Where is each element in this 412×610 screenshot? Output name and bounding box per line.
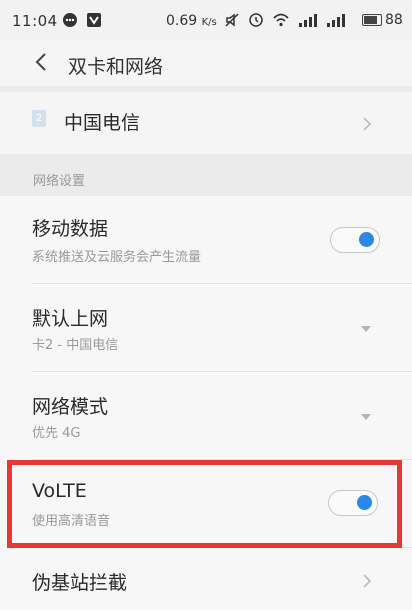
chat-icon (62, 12, 78, 32)
volte-title: VoLTE (32, 480, 87, 502)
volte-subtitle: 使用高清语音 (32, 514, 111, 529)
pseudo-base-station-row[interactable]: 伪基站拦截 (0, 548, 412, 610)
sim-card-icon: 2 (32, 110, 46, 127)
battery-icon (362, 14, 382, 26)
alarm-icon (248, 12, 264, 32)
network-mode-title: 网络模式 (32, 396, 109, 418)
default-internet-subtitle: 卡2 - 中国电信 (32, 338, 119, 353)
wifi-icon (272, 12, 290, 32)
mobile-data-row[interactable]: 移动数据 系统推送及云服务会产生流量 (0, 196, 412, 284)
network-mode-row[interactable]: 网络模式 优先 4G (0, 372, 412, 460)
signal-icon-sim2 (326, 12, 350, 32)
net-speed: 0.69 K/s (166, 13, 217, 29)
battery-level: 88 (385, 12, 403, 28)
page-title: 双卡和网络 (68, 56, 164, 78)
status-bar: 11:04 0.69 K/s 88 (0, 0, 412, 40)
chevron-right-icon (360, 573, 374, 588)
volte-row[interactable]: VoLTE 使用高清语音 (0, 460, 412, 548)
back-arrow-icon[interactable] (30, 50, 54, 74)
mute-icon (224, 12, 240, 32)
default-internet-row[interactable]: 默认上网 卡2 - 中国电信 (0, 284, 412, 372)
mobile-data-title: 移动数据 (32, 218, 109, 240)
pseudo-base-station-title: 伪基站拦截 (32, 572, 128, 594)
signal-icon-sim1 (298, 12, 322, 32)
app-notification-icon (86, 12, 102, 32)
dropdown-arrow-icon (361, 414, 371, 420)
section-header-network-settings: 网络设置 (33, 174, 86, 189)
dropdown-arrow-icon (361, 326, 371, 332)
volte-toggle[interactable] (328, 490, 378, 516)
mobile-data-toggle[interactable] (330, 227, 380, 253)
default-internet-title: 默认上网 (32, 308, 109, 330)
mobile-data-subtitle: 系统推送及云服务会产生流量 (32, 250, 202, 265)
sim-carrier-label: 中国电信 (64, 112, 141, 134)
app-header: 双卡和网络 (0, 40, 412, 86)
status-time: 11:04 (12, 12, 58, 30)
network-mode-subtitle: 优先 4G (32, 426, 81, 441)
chevron-right-icon (360, 116, 374, 131)
sim-card-row[interactable]: 2 中国电信 (0, 92, 412, 154)
